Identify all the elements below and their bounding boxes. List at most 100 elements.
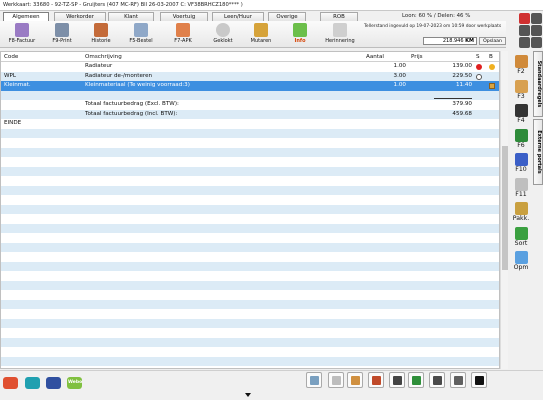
info-button[interactable]: Info	[284, 22, 316, 47]
empty-row	[1, 242, 499, 252]
wrench-button[interactable]	[408, 372, 424, 388]
partner-logo[interactable]	[46, 377, 61, 389]
save-button[interactable]: Opslaan	[479, 37, 506, 45]
cell-price: 379.90	[452, 101, 472, 107]
document-button[interactable]	[429, 372, 445, 388]
status-indicator-icon[interactable]	[476, 73, 482, 80]
mutations-button[interactable]: Mutaren	[244, 22, 278, 47]
settings-icon[interactable]	[519, 37, 530, 48]
function-label: F11	[515, 190, 527, 198]
empty-row	[1, 318, 499, 328]
reminder-button[interactable]: Herinnering	[320, 22, 360, 47]
tab-standard-lines[interactable]: Standaardregels	[533, 51, 543, 117]
table-row[interactable]: WPL Radiateur de-/monteren 3.00 229.50	[1, 71, 499, 81]
empty-row	[1, 223, 499, 233]
tab-werkorder[interactable]: Werkorder	[54, 12, 106, 21]
fuel-icon	[514, 153, 528, 166]
tab-rob[interactable]: ROB	[320, 12, 358, 21]
scroll-thumb[interactable]	[502, 146, 508, 270]
col-description[interactable]: Omschrijving	[85, 52, 122, 62]
wrench-icon	[412, 376, 421, 385]
function-f10-button[interactable]: F10	[509, 153, 533, 173]
function-opm-button[interactable]: Opm	[509, 251, 533, 271]
cell-code: Kleinmat.	[4, 82, 31, 88]
expand-down-icon[interactable]	[245, 393, 251, 397]
apk-button[interactable]: F7-APK	[164, 22, 202, 47]
stopwatch-icon	[393, 376, 402, 385]
help-icon[interactable]	[531, 37, 542, 48]
close-icon[interactable]	[519, 13, 530, 24]
tab-overige[interactable]: Overige	[268, 12, 306, 21]
function-f11-button[interactable]: F11	[509, 177, 533, 198]
empty-row	[1, 271, 499, 281]
clock-icon	[216, 23, 230, 37]
col-s[interactable]: S	[476, 52, 480, 62]
clocked-button[interactable]: Geklokt	[206, 22, 240, 47]
empty-row	[1, 176, 499, 186]
table-row[interactable]: Radiateur 1.00 139.00	[1, 62, 499, 72]
tab-voertuig[interactable]: Voertuig	[160, 12, 208, 21]
flag-button[interactable]	[347, 372, 363, 388]
function-f2-button[interactable]: F2	[509, 55, 533, 75]
table-row[interactable]	[1, 90, 499, 100]
function-label: Sort	[514, 239, 528, 247]
comment-icon	[514, 251, 528, 264]
picture-icon	[454, 376, 463, 385]
function-label: F6	[517, 141, 525, 149]
function-sort-button[interactable]: Sort	[509, 226, 533, 247]
print-button[interactable]: F9-Print	[44, 22, 80, 47]
hammer-button[interactable]	[368, 372, 384, 388]
function-f4-button[interactable]: F4	[509, 104, 533, 124]
picture-button[interactable]	[450, 372, 466, 388]
grid-scrollbar[interactable]	[500, 51, 508, 369]
function-f6-button[interactable]: F6	[509, 128, 533, 149]
function-label: F2	[517, 68, 525, 75]
empty-row	[1, 299, 499, 309]
table-row[interactable]: EINDE	[1, 119, 499, 129]
status-indicator-icon[interactable]	[476, 64, 482, 70]
stopwatch-button[interactable]	[389, 372, 405, 388]
maximize-icon[interactable]	[531, 13, 542, 24]
tab-external-portals[interactable]: Externe portals	[533, 119, 543, 185]
drop-button[interactable]	[471, 372, 487, 388]
empty-row	[1, 290, 499, 300]
minimize-icon[interactable]	[531, 25, 542, 36]
col-price[interactable]: Prijs	[411, 52, 423, 62]
print-icon	[55, 23, 69, 37]
cell-price: 459.68	[452, 110, 472, 117]
odometer-field[interactable]: 218.946 KM	[423, 37, 477, 45]
drop-icon	[475, 376, 484, 385]
function-pakk-button[interactable]: Pakk.	[509, 202, 533, 222]
empty-row	[1, 195, 499, 205]
check-button[interactable]	[328, 372, 344, 388]
screen-button[interactable]	[306, 372, 322, 388]
empty-row	[1, 337, 499, 347]
tab-klant[interactable]: Klant	[108, 12, 154, 21]
apk-icon	[176, 23, 190, 37]
order-indicator-icon[interactable]	[489, 83, 495, 89]
col-quantity[interactable]: Aantal	[366, 52, 384, 62]
empty-row	[1, 328, 499, 338]
parts-icon	[514, 79, 528, 93]
invoice-button[interactable]: F8-Factuur	[3, 22, 41, 47]
table-row[interactable]: Totaal factuurbedrag (Excl. BTW): 379.90	[1, 100, 499, 110]
col-code[interactable]: Code	[4, 52, 18, 62]
partner-logo[interactable]	[25, 377, 40, 389]
history-button[interactable]: Historie	[84, 22, 118, 47]
tab-algemeen[interactable]: Algemeen	[3, 12, 49, 21]
empty-row	[1, 128, 499, 138]
table-row[interactable]: Kleinmat. Kleinmateriaal (Te weinig voorr…	[1, 81, 499, 91]
empty-row	[1, 138, 499, 148]
tab-leen-huur[interactable]: Leen/Huur	[212, 12, 264, 21]
function-f3-button[interactable]: F3	[509, 79, 533, 100]
grid-header: Code Omschrijving Aantal Prijs S B	[1, 52, 499, 62]
partner-logo[interactable]	[3, 377, 18, 389]
order-button[interactable]: F5-Bestel	[122, 22, 160, 47]
partner-logo[interactable]: Webo	[67, 377, 82, 389]
order-indicator-icon[interactable]	[489, 64, 495, 70]
col-b[interactable]: B	[489, 52, 493, 62]
table-row[interactable]: Totaal factuurbedrag (Incl. BTW): 459.68	[1, 109, 499, 119]
cell-description: Totaal factuurbedrag (Incl. BTW):	[85, 110, 178, 117]
total-separator	[434, 97, 472, 99]
restore-icon[interactable]	[519, 25, 530, 36]
